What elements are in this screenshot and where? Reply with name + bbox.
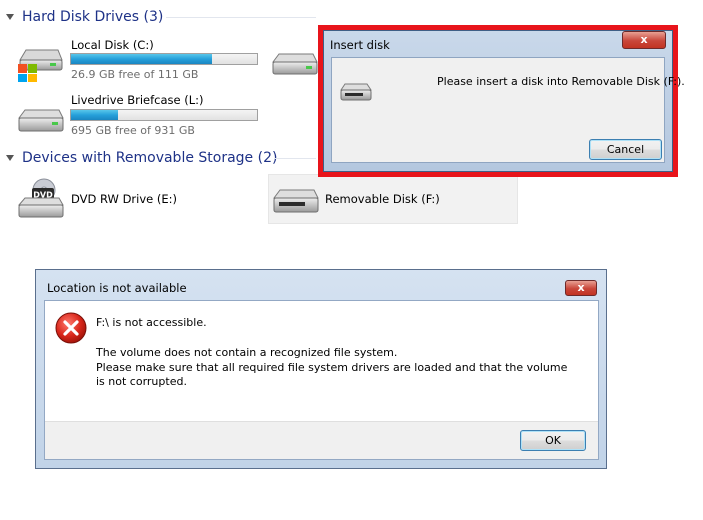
group-title: Devices with Removable Storage (2): [22, 150, 278, 166]
location-unavailable-dialog: Location is not available x F:\ is not a…: [35, 269, 607, 469]
group-header-hard-disk[interactable]: Hard Disk Drives (3): [6, 9, 316, 25]
drive-name-c[interactable]: Local Disk (C:): [71, 38, 154, 52]
collapse-triangle-icon[interactable]: [6, 155, 14, 161]
error-x-icon: [55, 312, 87, 344]
drive-usage-bar-c: [70, 53, 258, 65]
removable-disk-icon: [340, 83, 372, 101]
group-divider: [166, 17, 316, 18]
dialog-footer: OK: [45, 421, 598, 459]
dialog-content: Please insert a disk into Removable Disk…: [331, 57, 685, 163]
ok-button[interactable]: OK: [520, 430, 586, 451]
drive-name-l[interactable]: Livedrive Briefcase (L:): [71, 93, 204, 107]
error-line-1: F:\ is not accessible.: [96, 316, 207, 329]
drive-name-e[interactable]: DVD RW Drive (E:): [71, 192, 177, 206]
drive-usage-bar-l: [70, 109, 258, 121]
removable-disk-icon: [273, 189, 319, 213]
error-line-2: The volume does not contain a recognized…: [96, 346, 398, 359]
drive-free-l: 695 GB free of 931 GB: [71, 124, 195, 137]
insert-disk-message: Please insert a disk into Removable Disk…: [437, 75, 685, 88]
close-button[interactable]: x: [622, 31, 666, 49]
drive-name-f[interactable]: Removable Disk (F:): [325, 192, 440, 206]
dvd-drive-icon[interactable]: DVD: [16, 178, 66, 220]
group-divider: [274, 158, 316, 159]
insert-disk-dialog: Insert disk x Please insert a disk into …: [323, 30, 685, 172]
error-line-3: Please make sure that all required file …: [96, 361, 568, 388]
drive-usage-fill-c: [71, 54, 213, 64]
collapse-triangle-icon[interactable]: [6, 14, 14, 20]
group-header-removable[interactable]: Devices with Removable Storage (2): [6, 150, 316, 166]
drive-free-c: 26.9 GB free of 111 GB: [71, 68, 199, 81]
dialog-title: Insert disk: [330, 38, 390, 52]
hard-drive-icon[interactable]: [270, 52, 318, 78]
hard-drive-icon[interactable]: [16, 108, 66, 136]
group-title: Hard Disk Drives (3): [22, 9, 164, 25]
highlight-frame: Insert disk x Please insert a disk into …: [318, 25, 685, 177]
drive-usage-fill-l: [71, 110, 118, 120]
dialog-title: Location is not available: [47, 281, 187, 295]
dialog-content: F:\ is not accessible. The volume does n…: [44, 300, 599, 460]
close-button[interactable]: x: [565, 280, 597, 296]
windows-drive-icon[interactable]: [16, 38, 64, 82]
cancel-button[interactable]: Cancel: [589, 139, 662, 160]
